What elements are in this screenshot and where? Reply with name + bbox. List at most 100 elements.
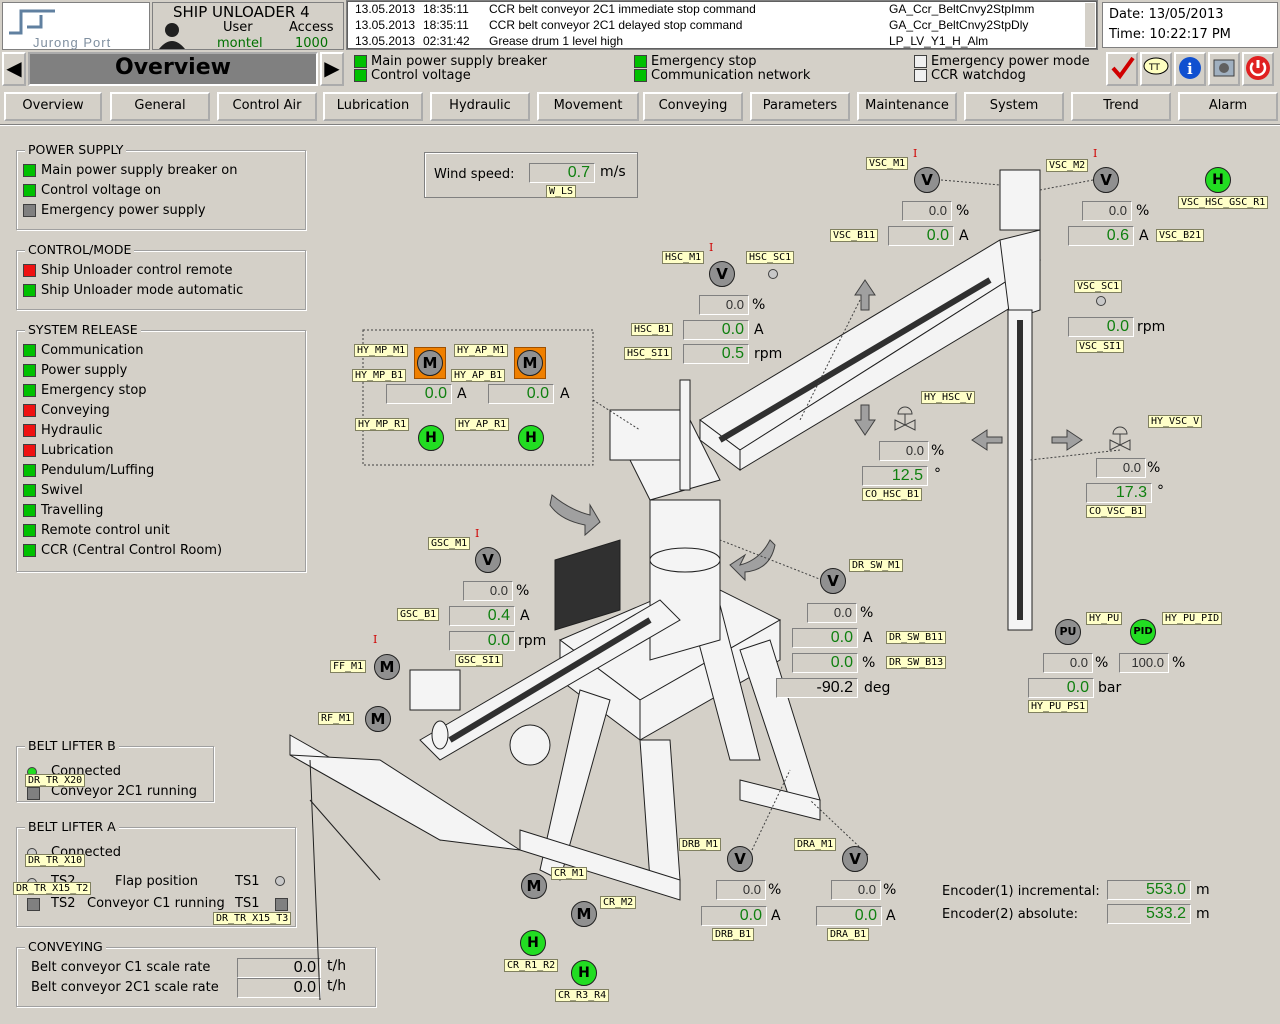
tag-hy-vsc-v[interactable]: HY_VSC_V [1148, 415, 1203, 428]
gsc-percent-unit: % [516, 583, 530, 599]
tag-dr-sw-m1[interactable]: DR_SW_M1 [849, 559, 904, 572]
tag-ff-m1[interactable]: FF_M1 [330, 660, 367, 673]
tag-vsc-hsc-gsc-r1[interactable]: VSC_HSC_GSC_R1 [1178, 196, 1269, 209]
hy-mp-heater[interactable]: H [418, 425, 444, 451]
dr-sw-percent-unit: % [860, 605, 874, 621]
hsc-current-unit: A [754, 322, 764, 338]
dra-current: 0.0 [816, 906, 882, 926]
hy-pu-pressure: 0.0 [1028, 678, 1094, 698]
hsc-m1-drive[interactable]: V [709, 261, 735, 287]
hsc-percent: 0.0 [699, 295, 749, 315]
tag-vsc-m2[interactable]: VSC_M2 [1046, 159, 1089, 172]
hsc-m1-indicator: I [709, 241, 714, 254]
vsc-b11-current: 0.0 [888, 226, 954, 246]
drb-percent-unit: % [768, 882, 782, 898]
gsc-speed: 0.0 [449, 631, 515, 651]
tag-drb-m1[interactable]: DRB_M1 [679, 838, 722, 851]
tag-hy-mp-m1[interactable]: HY_MP_M1 [354, 344, 409, 357]
tag-hy-pu-ps1[interactable]: HY_PU_PS1 [1028, 700, 1089, 713]
gsc-current-unit: A [520, 608, 530, 624]
hy-pu-percent-2-unit: % [1172, 655, 1186, 671]
hy-ap-motor[interactable]: M [514, 347, 546, 379]
tag-hy-ap-m1[interactable]: HY_AP_M1 [454, 344, 509, 357]
vsc-speed: 0.0 [1068, 317, 1134, 337]
tag-hsc-m1[interactable]: HSC_M1 [662, 251, 705, 264]
tag-co-vsc-b1[interactable]: CO_VSC_B1 [1086, 505, 1147, 518]
wind-unit: m/s [600, 164, 626, 180]
tag-drb-b1[interactable]: DRB_B1 [712, 928, 755, 941]
vsc-m1-indicator: I [913, 147, 918, 160]
dr-sw-b13-value: 0.0 [792, 653, 858, 673]
tag-vsc-b11[interactable]: VSC_B11 [830, 229, 879, 242]
hy-mp-motor[interactable]: M [414, 347, 446, 379]
tag-hy-ap-b1[interactable]: HY_AP_B1 [451, 369, 506, 382]
cr-m2-motor[interactable]: M [571, 901, 597, 927]
tag-hy-pu-pid[interactable]: HY_PU_PID [1162, 612, 1223, 625]
cr-r3-r4-heater[interactable]: H [571, 960, 597, 986]
cr-m1-motor[interactable]: M [521, 873, 547, 899]
dr-sw-angle: -90.2 [776, 678, 858, 698]
dr-sw-current-unit: A [863, 630, 873, 646]
encoder-1-value: 553.0 [1107, 880, 1191, 900]
encoder-2-unit: m [1196, 906, 1210, 922]
hsc-speed: 0.5 [683, 344, 749, 364]
encoder-1-unit: m [1196, 882, 1210, 898]
cr-r1-r2-heater[interactable]: H [520, 930, 546, 956]
tag-cr-r3-r4[interactable]: CR_R3_R4 [555, 989, 610, 1002]
tag-hsc-si1[interactable]: HSC_SI1 [624, 347, 673, 360]
tag-cr-m1[interactable]: CR_M1 [551, 867, 588, 880]
hy-mp-current: 0.0 [386, 384, 452, 404]
tag-vsc-sc1[interactable]: VSC_SC1 [1074, 280, 1123, 293]
vsc-hsc-gsc-heater[interactable]: H [1205, 167, 1231, 193]
tag-gsc-b1[interactable]: GSC_B1 [397, 608, 440, 621]
tag-vsc-si1[interactable]: VSC_SI1 [1076, 340, 1125, 353]
drb-percent: 0.0 [716, 880, 766, 900]
hy-pu-pid-controller[interactable]: PID [1130, 619, 1156, 645]
tag-dra-b1[interactable]: DRA_B1 [827, 928, 870, 941]
tag-gsc-si1[interactable]: GSC_SI1 [455, 654, 504, 667]
gsc-current: 0.4 [449, 606, 515, 626]
tag-hy-mp-b1[interactable]: HY_MP_B1 [352, 369, 407, 382]
tag-vsc-b21[interactable]: VSC_B21 [1156, 229, 1205, 242]
tag-vsc-m1[interactable]: VSC_M1 [866, 157, 909, 170]
tag-cr-r1-r2[interactable]: CR_R1_R2 [504, 959, 559, 972]
dra-percent-unit: % [883, 882, 897, 898]
tag-co-hsc-b1[interactable]: CO_HSC_B1 [862, 488, 923, 501]
hsc-percent-unit: % [752, 297, 766, 313]
hy-ap-heater[interactable]: H [518, 425, 544, 451]
tag-gsc-m1[interactable]: GSC_M1 [428, 537, 471, 550]
vsc-sc1-indicator [1096, 296, 1106, 306]
wind-label: Wind speed: [434, 167, 515, 182]
tag-hy-hsc-v[interactable]: HY_HSC_V [921, 391, 976, 404]
tag-hsc-b1[interactable]: HSC_B1 [631, 323, 674, 336]
hy-hsc-v-percent: 0.0 [879, 441, 929, 461]
drb-m1-drive[interactable]: V [727, 846, 753, 872]
tag-hsc-sc1[interactable]: HSC_SC1 [746, 251, 795, 264]
vsc-m2-drive[interactable]: V [1093, 167, 1119, 193]
dr-sw-m1-drive[interactable]: V [820, 568, 846, 594]
hy-vsc-v-angle: 17.3 [1086, 483, 1152, 503]
tag-hy-mp-r1[interactable]: HY_MP_R1 [355, 418, 410, 431]
hy-pu-pump[interactable]: PU [1055, 619, 1081, 645]
tag-cr-m2[interactable]: CR_M2 [600, 896, 637, 909]
tag-dr-sw-b13[interactable]: DR_SW_B13 [886, 656, 947, 669]
tag-dr-sw-b11[interactable]: DR_SW_B11 [886, 631, 947, 644]
hy-pu-percent-1-unit: % [1095, 655, 1109, 671]
vsc-m1-drive[interactable]: V [914, 167, 940, 193]
dra-m1-drive[interactable]: V [842, 846, 868, 872]
vsc-b11-unit: A [959, 228, 969, 244]
gsc-m1-indicator: I [475, 527, 480, 540]
tag-dra-m1[interactable]: DRA_M1 [794, 838, 837, 851]
vsc-m2-percent-unit: % [1136, 203, 1150, 219]
drb-current: 0.0 [701, 906, 767, 926]
rf-motor[interactable]: M [365, 706, 391, 732]
tag-w-ls[interactable]: W_LS [546, 185, 577, 198]
tag-hy-pu[interactable]: HY_PU [1086, 612, 1123, 625]
gsc-m1-drive[interactable]: V [475, 547, 501, 573]
gsc-percent: 0.0 [463, 581, 513, 601]
vsc-m2-indicator: I [1093, 147, 1098, 160]
ff-motor[interactable]: M [374, 654, 400, 680]
tag-rf-m1[interactable]: RF_M1 [318, 712, 355, 725]
hy-ap-unit: A [560, 386, 570, 402]
tag-hy-ap-r1[interactable]: HY_AP_R1 [455, 418, 510, 431]
